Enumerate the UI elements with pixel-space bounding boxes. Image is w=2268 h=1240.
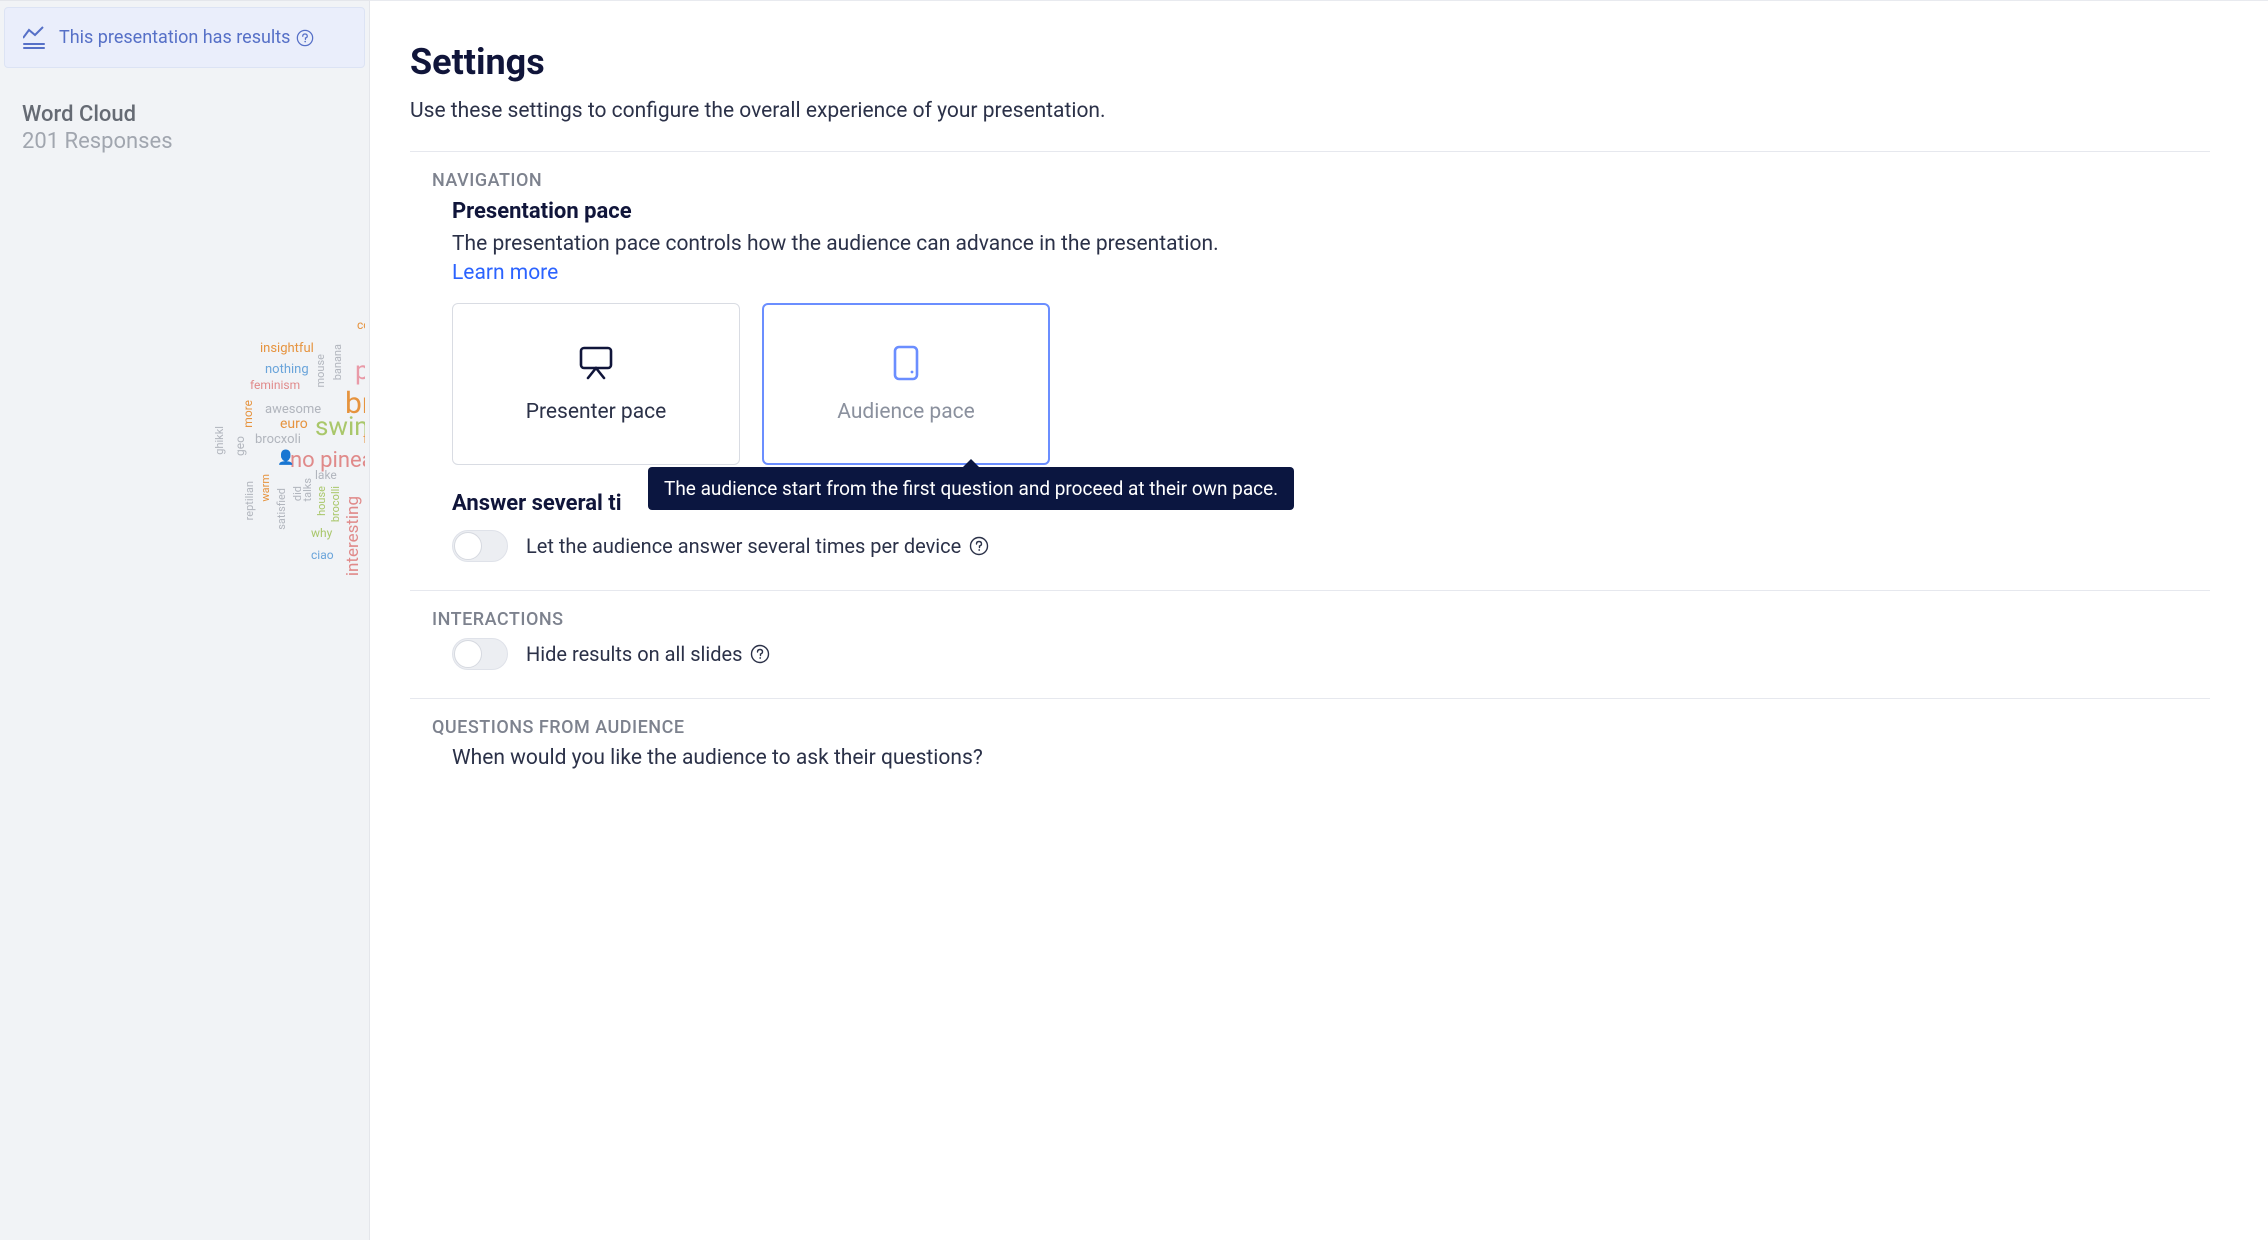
wordcloud-word: awesome xyxy=(265,402,321,417)
wordcloud-word: did xyxy=(291,486,304,501)
settings-panel: Settings Use these settings to configure… xyxy=(370,0,2268,1240)
help-icon[interactable] xyxy=(969,536,989,556)
divider xyxy=(410,590,2210,591)
slide-list-panel: This presentation has results Word Cloud… xyxy=(0,0,370,1240)
wordcloud-word: house xyxy=(315,486,328,516)
wordcloud-word: mouse xyxy=(314,354,327,388)
wordcloud-word: more xyxy=(241,400,255,428)
results-icon xyxy=(23,26,45,49)
wordcloud-word: lake xyxy=(315,468,337,482)
audience-pace-card[interactable]: Audience pace xyxy=(762,303,1050,465)
wordcloud-word: banana xyxy=(331,344,344,380)
section-label-interactions: INTERACTIONS xyxy=(432,609,2210,630)
pace-heading: Presentation pace xyxy=(452,199,2210,224)
audience-pace-tooltip: The audience start from the first questi… xyxy=(648,467,1294,510)
wordcloud-word: satisfied xyxy=(275,488,288,530)
wordcloud-preview: coninsightfulscipybananamousepynothingfe… xyxy=(115,316,365,636)
pace-description: The presentation pace controls how the a… xyxy=(452,230,2210,259)
wordcloud-word: ciao xyxy=(311,548,334,562)
help-icon[interactable] xyxy=(296,29,314,47)
wordcloud-word: nothing xyxy=(265,362,309,377)
section-label-navigation: NAVIGATION xyxy=(432,170,2210,191)
audience-pace-label: Audience pace xyxy=(837,400,975,424)
divider xyxy=(410,698,2210,699)
wordcloud-word: brocolli xyxy=(329,486,342,522)
slide-response-count: 201 Responses xyxy=(22,129,347,154)
wordcloud-word: bro xyxy=(345,386,365,421)
results-banner[interactable]: This presentation has results xyxy=(4,7,365,68)
section-label-qfa: QUESTIONS FROM AUDIENCE xyxy=(432,717,2210,738)
presenter-pace-card[interactable]: Presenter pace xyxy=(452,303,740,465)
answer-multiple-toggle[interactable] xyxy=(452,530,508,562)
page-description: Use these settings to configure the over… xyxy=(410,99,2210,123)
page-title: Settings xyxy=(410,41,2210,83)
wordcloud-word: 👤 xyxy=(277,450,294,466)
phone-icon xyxy=(892,344,920,382)
wordcloud-word: ghikkl xyxy=(213,426,226,455)
help-icon[interactable] xyxy=(750,644,770,664)
hide-results-toggle[interactable] xyxy=(452,638,508,670)
divider xyxy=(410,151,2210,152)
wordcloud-word: warm xyxy=(259,474,272,502)
wordcloud-word: interesting xyxy=(343,496,363,576)
wordcloud-word: euro xyxy=(280,416,308,432)
wordcloud-word: geo xyxy=(233,436,247,456)
wordcloud-word: fo xyxy=(363,432,365,447)
hide-results-label: Hide results on all slides xyxy=(526,642,742,666)
qfa-question: When would you like the audience to ask … xyxy=(452,746,2210,770)
wordcloud-word: feminism xyxy=(250,378,300,392)
wordcloud-word: no pineap xyxy=(290,448,365,473)
wordcloud-word: why xyxy=(311,526,332,540)
wordcloud-word: talks xyxy=(301,478,314,502)
presentation-screen-icon xyxy=(576,344,616,382)
results-banner-text: This presentation has results xyxy=(59,27,290,48)
slide-title: Word Cloud xyxy=(22,102,347,127)
wordcloud-word: insightful xyxy=(260,341,314,356)
slide-thumbnail[interactable]: Word Cloud 201 Responses coninsightfulsc… xyxy=(4,86,365,1240)
wordcloud-word: brocxoli xyxy=(255,432,301,447)
answer-multiple-label: Let the audience answer several times pe… xyxy=(526,534,961,558)
learn-more-link[interactable]: Learn more xyxy=(452,261,558,285)
wordcloud-word: reptilian xyxy=(243,481,256,520)
presenter-pace-label: Presenter pace xyxy=(526,400,667,424)
wordcloud-word: py xyxy=(355,356,365,386)
wordcloud-word: swimn xyxy=(315,412,365,442)
wordcloud-word: con xyxy=(357,318,365,332)
